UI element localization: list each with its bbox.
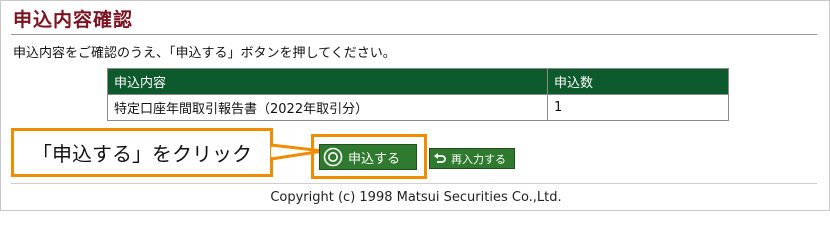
apply-button[interactable]: 申込する: [319, 144, 417, 170]
annotation-text: 「申込する」をクリック: [32, 142, 252, 166]
reenter-button[interactable]: 再入力する: [429, 148, 515, 169]
table-row: 特定口座年間取引報告書（2022年取引分） 1: [107, 94, 729, 121]
table-header-row: 申込内容 申込数: [107, 68, 729, 95]
reenter-button-label: 再入力する: [451, 152, 506, 166]
cell-application-content: 特定口座年間取引報告書（2022年取引分）: [107, 94, 548, 121]
target-circle-icon: [323, 147, 343, 167]
annotation-callout: 「申込する」をクリック: [11, 128, 273, 177]
apply-button-label: 申込する: [348, 151, 401, 167]
page-frame: 申込内容確認 申込内容をご確認のうえ、「申込する」ボタンを押してください。 申込…: [0, 0, 830, 211]
header-application-content: 申込内容: [107, 68, 548, 95]
footer-divider: [11, 183, 817, 184]
header-application-count: 申込数: [547, 68, 729, 95]
copyright-text: Copyright (c) 1998 Matsui Securities Co.…: [270, 190, 562, 205]
cell-application-count: 1: [547, 94, 729, 121]
application-table: 申込内容 申込数 特定口座年間取引報告書（2022年取引分） 1: [107, 68, 729, 121]
page-title: 申込内容確認: [13, 9, 134, 31]
instruction-text: 申込内容をご確認のうえ、「申込する」ボタンを押してください。: [13, 46, 396, 61]
undo-arrow-icon: [433, 152, 447, 166]
title-divider: [11, 34, 817, 35]
